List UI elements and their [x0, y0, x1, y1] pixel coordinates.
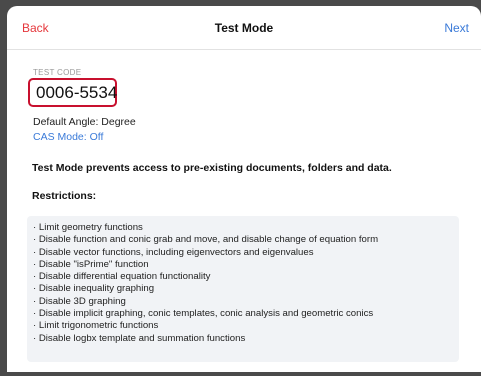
restriction-item: · Disable function and conic grab and mo… — [33, 234, 379, 246]
restriction-item: · Disable "isPrime" function — [33, 258, 149, 270]
test-mode-sheet: Back Test Mode Next TEST CODE 0006-5534 … — [7, 6, 481, 372]
default-angle-setting: Default Angle: Degree — [33, 116, 136, 128]
restriction-item: · Disable logbx template and summation f… — [33, 332, 246, 344]
test-code-highlight: 0006-5534 — [28, 78, 117, 107]
restriction-item: · Disable 3D graphing — [33, 295, 126, 307]
restriction-item: · Limit geometry functions — [33, 222, 143, 233]
test-mode-content: TEST CODE 0006-5534 Default Angle: Degre… — [27, 50, 467, 372]
restriction-item: · Disable differential equation function… — [33, 271, 211, 283]
restriction-item: · Limit trigonometric functions — [33, 320, 159, 332]
test-code-label: TEST CODE — [33, 68, 82, 77]
test-mode-warning: Test Mode prevents access to pre-existin… — [32, 162, 392, 174]
restrictions-list-box[interactable]: · Limit geometry functions · Disable fun… — [27, 216, 459, 362]
cas-mode-setting[interactable]: CAS Mode: Off — [33, 131, 103, 143]
navigation-bar: Back Test Mode Next — [7, 6, 481, 50]
next-button[interactable]: Next — [444, 21, 469, 35]
restriction-item: · Disable vector functions, including ei… — [33, 246, 314, 258]
test-code-value: 0006-5534 — [36, 83, 118, 102]
restriction-item: · Disable implicit graphing, conic templ… — [33, 308, 374, 320]
page-title: Test Mode — [214, 21, 274, 35]
restrictions-heading: Restrictions: — [32, 190, 97, 202]
restriction-item: · Disable inequality graphing — [33, 283, 155, 295]
restrictions-list: · Limit geometry functions · Disable fun… — [33, 222, 378, 345]
